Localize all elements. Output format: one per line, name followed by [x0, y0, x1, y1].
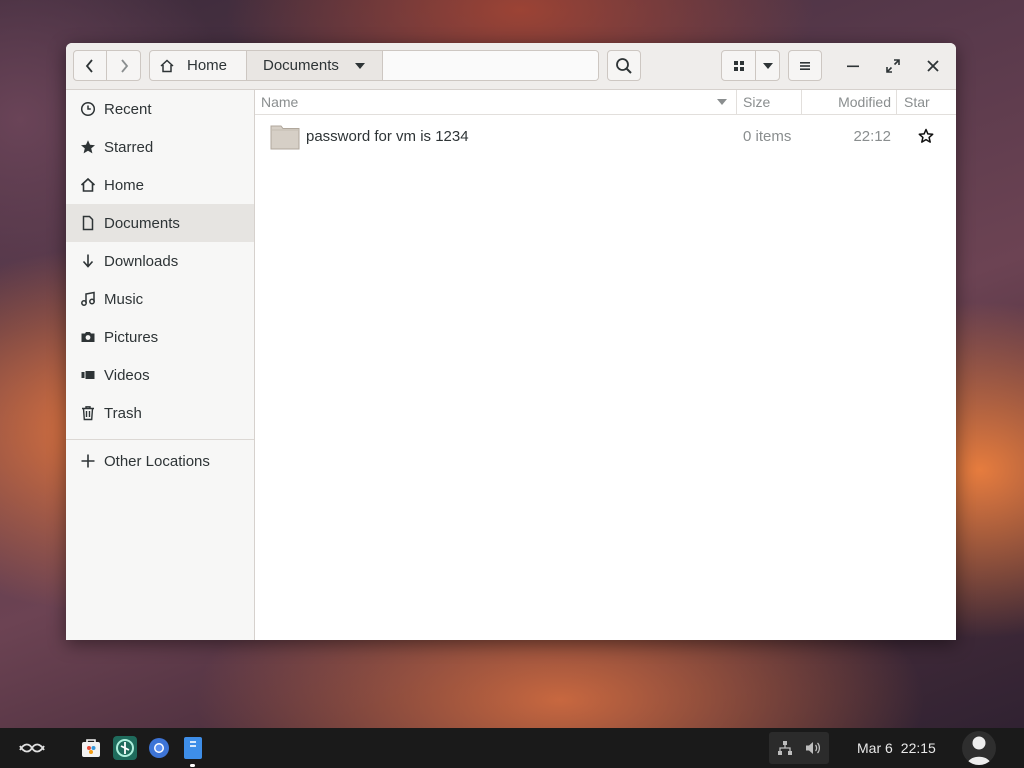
maximize-icon — [886, 58, 900, 73]
clock[interactable]: Mar 6 22:15 — [857, 728, 936, 768]
volume-icon — [806, 742, 821, 754]
path-crumb-documents-label: Documents — [263, 57, 339, 74]
clock-icon — [80, 101, 96, 117]
close-icon — [927, 59, 939, 72]
sidebar-item-pictures[interactable]: Pictures — [66, 318, 254, 356]
chevron-down-icon — [354, 62, 365, 69]
system-tray[interactable] — [769, 732, 829, 764]
trash-icon — [80, 405, 96, 421]
path-crumb-home-label: Home — [187, 57, 228, 74]
app-launcher-2[interactable] — [113, 736, 137, 760]
column-header-size-label: Size — [743, 94, 771, 110]
sidebar-item-label: Recent — [104, 100, 152, 118]
forward-button[interactable] — [106, 50, 141, 81]
sidebar-item-label: Pictures — [104, 328, 159, 346]
file-row[interactable]: password for vm is 1234 0 items 22:12 — [255, 116, 956, 156]
app-store-launcher[interactable] — [79, 736, 103, 760]
file-size: 0 items — [743, 127, 792, 145]
sort-descending-icon — [717, 99, 727, 105]
column-header-row: Name Size Modified Star — [255, 90, 956, 115]
sidebar-item-label: Documents — [104, 214, 180, 232]
close-button[interactable] — [917, 50, 949, 81]
clock-date: Mar 6 — [857, 740, 893, 756]
download-icon — [80, 253, 96, 269]
camera-icon — [80, 329, 96, 345]
star-icon — [80, 139, 96, 155]
sidebar-item-label: Home — [104, 176, 145, 194]
menu-button[interactable] — [788, 50, 822, 81]
home-icon — [80, 177, 96, 193]
music-icon — [80, 291, 96, 307]
chevron-down-icon — [762, 62, 773, 69]
column-header-name[interactable]: Name — [255, 90, 736, 114]
sidebar-item-label: Starred — [104, 138, 154, 156]
chevron-left-icon — [85, 58, 93, 73]
sidebar: Recent Starred Home Documents Downloads … — [66, 90, 255, 640]
home-icon — [160, 58, 174, 72]
sidebar-item-trash[interactable]: Trash — [66, 394, 254, 432]
infinity-logo-icon — [19, 743, 45, 753]
sidebar-separator — [66, 439, 254, 440]
column-header-name-label: Name — [261, 94, 299, 110]
user-icon — [967, 736, 991, 765]
file-name: password for vm is 1234 — [306, 127, 469, 145]
running-indicator — [190, 764, 195, 767]
sidebar-item-home[interactable]: Home — [66, 166, 254, 204]
file-list-view: Name Size Modified Star password for vm … — [255, 90, 956, 640]
files-app-icon — [184, 737, 202, 759]
sidebar-item-starred[interactable]: Starred — [66, 128, 254, 166]
back-button[interactable] — [73, 50, 107, 81]
sidebar-item-videos[interactable]: Videos — [66, 356, 254, 394]
maximize-button[interactable] — [877, 50, 909, 81]
path-bar: Home Documents — [149, 50, 599, 81]
grid-view-button[interactable] — [721, 50, 756, 81]
sidebar-item-label: Music — [104, 290, 144, 308]
column-header-size[interactable]: Size — [736, 90, 802, 114]
sidebar-item-label: Trash — [104, 404, 142, 422]
star-outline-icon — [918, 128, 934, 143]
network-icon — [778, 741, 792, 755]
search-icon — [616, 57, 632, 74]
minimize-icon — [847, 65, 859, 67]
column-header-modified[interactable]: Modified — [801, 90, 896, 114]
sidebar-item-downloads[interactable]: Downloads — [66, 242, 254, 280]
shopping-bag-icon — [82, 739, 100, 757]
file-modified: 22:12 — [853, 127, 891, 145]
taskbar: Mar 6 22:15 — [0, 728, 1024, 768]
path-crumb-home[interactable]: Home — [150, 51, 247, 80]
headerbar: Home Documents — [66, 43, 956, 90]
files-launcher[interactable] — [181, 736, 205, 760]
path-bar-empty — [383, 51, 598, 80]
sidebar-item-music[interactable]: Music — [66, 280, 254, 318]
column-header-star[interactable]: Star — [896, 90, 956, 114]
star-toggle[interactable] — [918, 116, 934, 156]
sidebar-item-label: Videos — [104, 366, 150, 384]
video-icon — [80, 367, 96, 383]
browser-launcher[interactable] — [147, 736, 171, 760]
column-header-modified-label: Modified — [838, 94, 891, 110]
document-icon — [80, 215, 96, 231]
sidebar-item-recent[interactable]: Recent — [66, 90, 254, 128]
chevron-right-icon — [120, 58, 128, 73]
browser-icon — [149, 738, 169, 758]
column-header-star-label: Star — [904, 94, 930, 110]
sidebar-item-label: Other Locations — [104, 452, 210, 470]
path-crumb-documents[interactable]: Documents — [247, 51, 383, 80]
view-options-button[interactable] — [755, 50, 780, 81]
minimize-button[interactable] — [837, 50, 869, 81]
sidebar-item-other-locations[interactable]: Other Locations — [66, 442, 254, 480]
app-logo-icon — [116, 739, 134, 757]
activities-button[interactable] — [16, 738, 48, 758]
folder-icon — [270, 116, 300, 156]
grid-icon — [733, 60, 744, 71]
user-avatar[interactable] — [962, 731, 996, 765]
file-manager-window: Home Documents Recent Starred Home Docum… — [66, 43, 956, 640]
search-button[interactable] — [607, 50, 641, 81]
plus-icon — [80, 453, 96, 469]
sidebar-item-documents[interactable]: Documents — [66, 204, 254, 242]
hamburger-menu-icon — [800, 61, 810, 70]
sidebar-item-label: Downloads — [104, 252, 179, 270]
clock-time: 22:15 — [900, 740, 936, 756]
